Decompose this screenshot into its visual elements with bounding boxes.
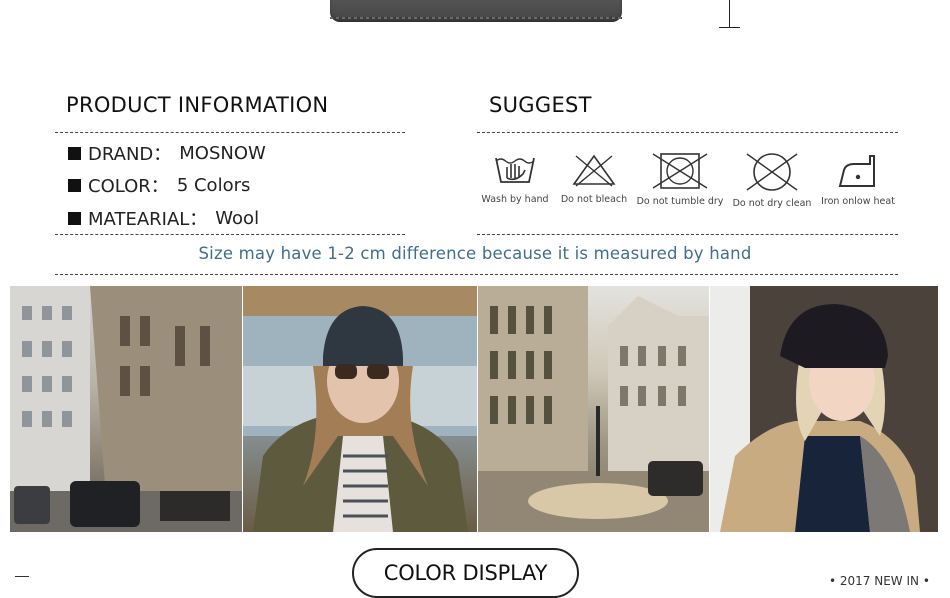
- care-item-iron: Iron onlow heat: [813, 152, 903, 207]
- city-street-photo: [10, 286, 242, 532]
- info-label: MATEARIAL：: [88, 209, 208, 230]
- size-note: Size may have 1-2 cm difference because …: [198, 244, 752, 263]
- care-label: Do not dry clean: [732, 198, 812, 209]
- city-buildings-photo: [478, 286, 709, 532]
- divider: [55, 274, 898, 275]
- bullet-square-icon: [68, 211, 81, 225]
- divider: [55, 132, 405, 133]
- divider: [55, 234, 405, 235]
- decorative-dash: [15, 576, 29, 577]
- info-row-material: MATEARIAL： Wool: [68, 205, 259, 231]
- info-label: COLOR：: [88, 176, 169, 197]
- info-row-color: COLOR： 5 Colors: [68, 172, 250, 198]
- care-item-wash: Wash by hand: [470, 152, 560, 205]
- care-label: Wash by hand: [481, 194, 549, 205]
- care-label: Iron onlow heat: [821, 196, 895, 207]
- care-label: Do not bleach: [560, 194, 628, 205]
- iron-low-heat-icon: [838, 155, 875, 187]
- divider: [477, 234, 898, 235]
- care-item-dryclean: Do not dry clean: [727, 152, 817, 209]
- new-in-badge: • 2017 NEW IN •: [829, 574, 930, 588]
- care-item-tumble: Do not tumble dry: [635, 152, 725, 207]
- suggest-title: SUGGEST: [489, 93, 592, 117]
- info-value: MOSNOW: [179, 142, 266, 164]
- measure-line: [729, 0, 730, 27]
- divider: [477, 132, 898, 133]
- woman-sunglasses-beanie-photo: [243, 286, 477, 532]
- wash-by-hand-icon: [495, 157, 535, 183]
- info-label: DRAND：: [88, 144, 172, 165]
- care-item-bleach: Do not bleach: [549, 152, 639, 205]
- do-not-tumble-dry-icon: [652, 153, 708, 189]
- info-value: 5 Colors: [176, 174, 251, 196]
- bullet-square-icon: [68, 146, 81, 160]
- do-not-bleach-icon: [572, 154, 616, 187]
- product-info-title: PRODUCT INFORMATION: [66, 93, 329, 117]
- color-display-heading: COLOR DISPLAY: [352, 548, 579, 598]
- measure-line-end: [719, 27, 740, 28]
- bullet-square-icon: [68, 178, 81, 192]
- care-label: Do not tumble dry: [636, 196, 724, 207]
- info-row-brand: DRAND： MOSNOW: [68, 140, 266, 166]
- do-not-dry-clean-icon: [746, 153, 798, 191]
- info-value: Wool: [215, 207, 260, 229]
- smiling-woman-beanie-photo: [710, 286, 938, 532]
- beanie-bottom-edge: [330, 0, 622, 22]
